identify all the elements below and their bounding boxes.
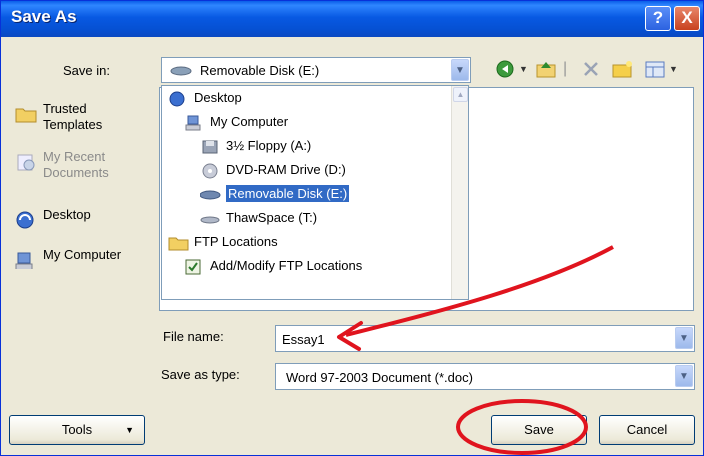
- file-name-value: Essay1: [282, 332, 325, 347]
- location-label: 3½ Floppy (A:): [226, 138, 312, 153]
- location-ftp-locations[interactable]: FTP Locations: [168, 231, 278, 253]
- chevron-down-icon[interactable]: ▼: [675, 327, 693, 349]
- file-name-dropdown[interactable]: ▼: [674, 326, 694, 351]
- location-label: ThawSpace (T:): [226, 210, 318, 225]
- close-button[interactable]: X: [674, 6, 700, 31]
- tools-dropdown-icon: ▼: [125, 425, 134, 435]
- location-label: DVD-RAM Drive (D:): [226, 162, 346, 177]
- scroll-up-icon[interactable]: ▲: [453, 87, 468, 102]
- location-add-modify-ftp[interactable]: Add/Modify FTP Locations: [184, 255, 362, 277]
- delete-icon[interactable]: [581, 57, 601, 81]
- toolbar-separator: |: [563, 60, 568, 77]
- views-dropdown-icon[interactable]: ▼: [669, 57, 678, 81]
- save-as-type-dropdown[interactable]: ▼: [674, 364, 694, 389]
- removable-disk-icon: [170, 66, 192, 76]
- chevron-down-icon[interactable]: ▼: [451, 59, 469, 81]
- new-folder-icon[interactable]: [611, 57, 635, 81]
- location-floppy[interactable]: 3½ Floppy (A:): [200, 135, 311, 157]
- location-thawspace[interactable]: ThawSpace (T:): [200, 207, 317, 229]
- file-name-input[interactable]: Essay1 ▼: [275, 325, 695, 352]
- place-label: My Recent Documents: [43, 149, 109, 180]
- location-label: FTP Locations: [194, 234, 278, 249]
- back-dropdown-icon[interactable]: ▼: [519, 57, 528, 81]
- recent-documents-icon: [17, 154, 35, 171]
- place-label: Desktop: [43, 207, 91, 222]
- save-as-dialog: Save As ? X Save in: Removable Disk (E:)…: [0, 0, 704, 456]
- location-label: Removable Disk (E:): [224, 184, 351, 203]
- location-desktop[interactable]: Desktop: [168, 87, 242, 109]
- folder-icon: [15, 108, 37, 123]
- tools-button[interactable]: Tools ▼: [9, 415, 145, 445]
- disk-drive-icon: [200, 216, 220, 224]
- save-as-type-select[interactable]: Word 97-2003 Document (*.doc) ▼: [275, 363, 695, 390]
- location-removable-disk[interactable]: Removable Disk (E:): [200, 183, 351, 205]
- save-as-type-value: Word 97-2003 Document (*.doc): [286, 370, 473, 385]
- save-in-dropdown[interactable]: Removable Disk (E:) ▼: [161, 57, 471, 83]
- place-my-computer[interactable]: My Computer: [9, 243, 134, 289]
- up-folder-icon[interactable]: [535, 57, 557, 81]
- location-label: My Computer: [210, 114, 289, 129]
- tools-button-label: Tools: [61, 422, 93, 437]
- floppy-drive-icon: [202, 140, 218, 154]
- location-dvd-ram[interactable]: DVD-RAM Drive (D:): [200, 159, 346, 181]
- save-button-label: Save: [524, 422, 554, 437]
- folder-icon: [168, 237, 189, 251]
- place-trusted-templates[interactable]: Trusted Templates: [9, 97, 134, 143]
- help-button[interactable]: ?: [645, 6, 671, 31]
- location-my-computer[interactable]: My Computer: [184, 111, 288, 133]
- place-label: Trusted Templates: [43, 101, 103, 132]
- removable-disk-icon: [200, 190, 221, 200]
- places-bar: Trusted Templates My Recent Documents De…: [9, 87, 134, 373]
- location-list-scrollbar[interactable]: ▲: [451, 86, 468, 299]
- desktop-icon: [169, 91, 185, 107]
- cancel-button[interactable]: Cancel: [599, 415, 695, 445]
- location-label: Desktop: [194, 90, 242, 105]
- place-label: My Computer: [43, 247, 122, 262]
- save-as-type-label: Save as type:: [161, 367, 240, 382]
- place-my-recent-documents[interactable]: My Recent Documents: [9, 145, 134, 191]
- save-in-label: Save in:: [63, 63, 110, 78]
- save-button[interactable]: Save: [491, 415, 587, 445]
- add-ftp-icon: [185, 259, 201, 275]
- dvd-drive-icon: [202, 163, 218, 179]
- save-in-location-list[interactable]: Desktop My Computer 3½ Floppy (A:) DVD-R…: [161, 85, 469, 300]
- file-name-label: File name:: [163, 329, 224, 344]
- desktop-icon: [16, 211, 34, 229]
- chevron-down-icon[interactable]: ▼: [675, 365, 693, 387]
- computer-icon: [15, 252, 33, 269]
- save-in-value: Removable Disk (E:): [200, 63, 320, 78]
- title-bar: Save As ? X: [1, 1, 703, 37]
- views-icon[interactable]: [643, 57, 667, 81]
- computer-icon: [185, 115, 201, 131]
- cancel-button-label: Cancel: [626, 422, 668, 437]
- back-icon[interactable]: [495, 57, 515, 81]
- dialog-title: Save As: [11, 7, 77, 26]
- location-label: Add/Modify FTP Locations: [210, 258, 363, 273]
